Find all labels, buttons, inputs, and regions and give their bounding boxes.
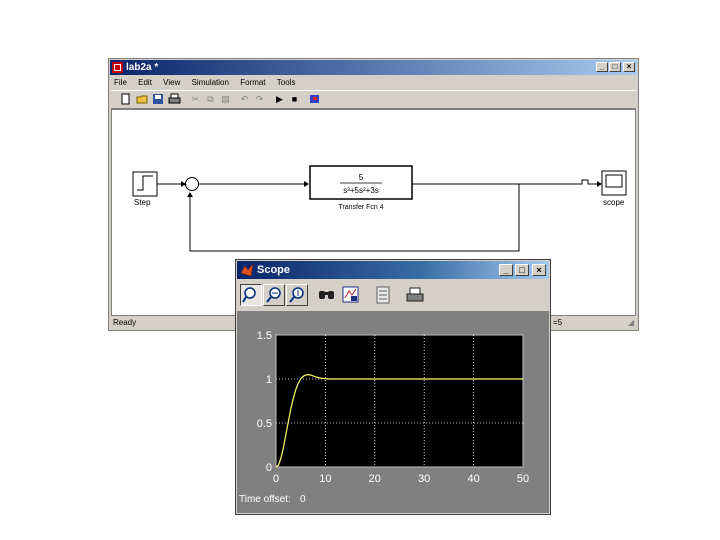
paste-icon[interactable]: ▤ xyxy=(219,93,232,105)
tf-denominator: s³+5s²+3s xyxy=(343,186,379,195)
simulink-app-icon xyxy=(112,62,123,73)
maximize-button[interactable]: □ xyxy=(609,62,621,72)
plot-background xyxy=(275,334,524,468)
scope-toolbar xyxy=(237,281,549,312)
x-tick-label: 10 xyxy=(319,473,331,485)
save-axes-icon[interactable] xyxy=(340,284,362,306)
signal-line xyxy=(412,179,597,185)
tf-numerator: 5 xyxy=(359,173,364,182)
start-simulation-icon[interactable]: ▶ xyxy=(273,93,286,105)
scope-window: Scope _ □ × 0 10 20 30 40 50 0 0.5 1 1.5 Time off… xyxy=(235,259,551,515)
menu-format[interactable]: Format xyxy=(240,78,265,87)
y-tick-label: 0.5 xyxy=(257,418,272,430)
scope-maximize-button[interactable]: □ xyxy=(515,264,529,276)
print-icon[interactable] xyxy=(404,284,426,306)
x-tick-label: 40 xyxy=(467,473,479,485)
menu-file[interactable]: File xyxy=(114,78,127,87)
minimize-button[interactable]: _ xyxy=(596,62,608,72)
cut-icon[interactable]: ✂ xyxy=(189,93,202,105)
scope-minimize-button[interactable]: _ xyxy=(499,264,513,276)
undo-icon[interactable]: ↶ xyxy=(238,93,251,105)
close-button[interactable]: × xyxy=(623,62,635,72)
arrowhead xyxy=(187,192,193,197)
redo-icon[interactable]: ↷ xyxy=(253,93,266,105)
x-tick-label: 30 xyxy=(418,473,430,485)
copy-icon[interactable]: ⧉ xyxy=(204,93,217,105)
status-text: Ready xyxy=(113,318,137,327)
model-window-title: lab2a * xyxy=(126,62,159,73)
library-browser-icon[interactable] xyxy=(308,93,321,105)
arrowhead xyxy=(304,181,309,187)
step-label: Step xyxy=(134,198,151,207)
open-folder-icon[interactable] xyxy=(136,93,149,105)
zoom-y-icon[interactable] xyxy=(286,284,308,306)
save-icon[interactable] xyxy=(152,93,165,105)
parameters-icon[interactable] xyxy=(372,284,394,306)
menu-simulation[interactable]: Simulation xyxy=(192,78,229,87)
x-tick-label: 20 xyxy=(369,473,381,485)
matlab-icon xyxy=(240,263,254,277)
new-file-icon[interactable] xyxy=(119,93,132,105)
y-tick-label: 1 xyxy=(266,374,272,386)
y-tick-label: 0 xyxy=(266,462,272,474)
status-solver: =5 xyxy=(553,318,563,327)
resize-grip[interactable]: ◢ xyxy=(628,316,634,329)
print-icon[interactable] xyxy=(168,93,181,105)
stop-simulation-icon[interactable]: ■ xyxy=(288,93,301,105)
scope-window-titlebar[interactable]: Scope _ □ × xyxy=(237,261,549,279)
x-tick-label: 0 xyxy=(273,473,279,485)
tf-label: Transfer Fcn 4 xyxy=(338,204,383,211)
time-offset-label: Time offset: xyxy=(239,494,291,505)
scope-plot-area: 0 10 20 30 40 50 0 0.5 1 1.5 Time offset: 0 xyxy=(237,312,549,513)
scope-block[interactable] xyxy=(601,170,627,196)
time-offset-value: 0 xyxy=(300,494,306,505)
sum-block[interactable] xyxy=(185,177,199,191)
step-block[interactable] xyxy=(132,171,158,197)
menu-view[interactable]: View xyxy=(163,78,180,87)
scope-label: scope xyxy=(603,198,625,207)
arrowhead xyxy=(597,181,602,187)
menu-edit[interactable]: Edit xyxy=(138,78,152,87)
x-tick-label: 50 xyxy=(517,473,529,485)
scope-chart[interactable]: 0 10 20 30 40 50 0 0.5 1 1.5 xyxy=(237,312,549,513)
y-tick-label: 1.5 xyxy=(257,330,272,342)
menu-bar: File Edit View Simulation Format Tools xyxy=(111,76,636,89)
model-window-titlebar[interactable]: lab2a * _ □ × xyxy=(110,60,637,75)
autoscale-icon[interactable] xyxy=(316,284,338,306)
zoom-x-icon[interactable] xyxy=(263,284,285,306)
scope-window-title: Scope xyxy=(257,264,291,276)
zoom-icon[interactable] xyxy=(240,284,262,306)
scope-close-button[interactable]: × xyxy=(532,264,546,276)
menu-tools[interactable]: Tools xyxy=(277,78,296,87)
sum-sign: + xyxy=(183,182,187,189)
model-toolbar: ✂ ⧉ ▤ ↶ ↷ ▶ ■ xyxy=(111,90,636,109)
